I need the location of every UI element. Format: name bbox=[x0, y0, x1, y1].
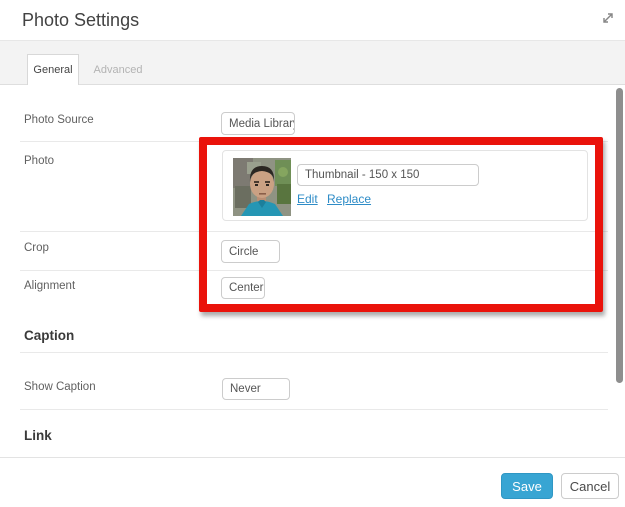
section-divider bbox=[20, 352, 608, 353]
photo-thumbnail bbox=[233, 158, 291, 216]
dialog-header: Photo Settings bbox=[0, 0, 625, 41]
photo-field-box: Thumbnail - 150 x 150 Edit Replace bbox=[222, 150, 588, 221]
expand-icon[interactable] bbox=[597, 7, 619, 29]
row-divider bbox=[20, 409, 608, 410]
crop-label: Crop bbox=[24, 242, 49, 254]
alignment-select[interactable]: Center bbox=[221, 277, 265, 299]
row-divider bbox=[20, 270, 608, 271]
scrollbar-thumb[interactable] bbox=[616, 88, 623, 383]
photo-source-select[interactable]: Media Library bbox=[221, 112, 295, 135]
tab-advanced[interactable]: Advanced bbox=[79, 54, 157, 85]
row-divider bbox=[20, 141, 608, 142]
tab-advanced-label: Advanced bbox=[94, 64, 143, 76]
cancel-button[interactable]: Cancel bbox=[561, 473, 619, 499]
show-caption-select[interactable]: Never bbox=[222, 378, 290, 400]
tab-general[interactable]: General bbox=[27, 54, 79, 85]
photo-settings-dialog: Photo Settings General Advanced Photo So… bbox=[0, 0, 625, 507]
save-button[interactable]: Save bbox=[501, 473, 553, 499]
photo-replace-link[interactable]: Replace bbox=[327, 192, 371, 206]
dialog-footer: Save Cancel bbox=[0, 457, 625, 507]
caption-section-heading: Caption bbox=[24, 328, 74, 343]
row-divider bbox=[20, 231, 608, 232]
photo-size-select[interactable]: Thumbnail - 150 x 150 bbox=[297, 164, 479, 186]
tab-general-label: General bbox=[33, 64, 72, 76]
photo-label: Photo bbox=[24, 155, 54, 167]
tab-bar: General Advanced bbox=[0, 41, 625, 85]
crop-select[interactable]: Circle bbox=[221, 240, 280, 263]
page-title: Photo Settings bbox=[22, 10, 139, 31]
link-section-heading: Link bbox=[24, 428, 52, 443]
alignment-label: Alignment bbox=[24, 280, 75, 292]
photo-edit-link[interactable]: Edit bbox=[297, 192, 318, 206]
photo-source-label: Photo Source bbox=[24, 114, 94, 126]
show-caption-label: Show Caption bbox=[24, 381, 96, 393]
